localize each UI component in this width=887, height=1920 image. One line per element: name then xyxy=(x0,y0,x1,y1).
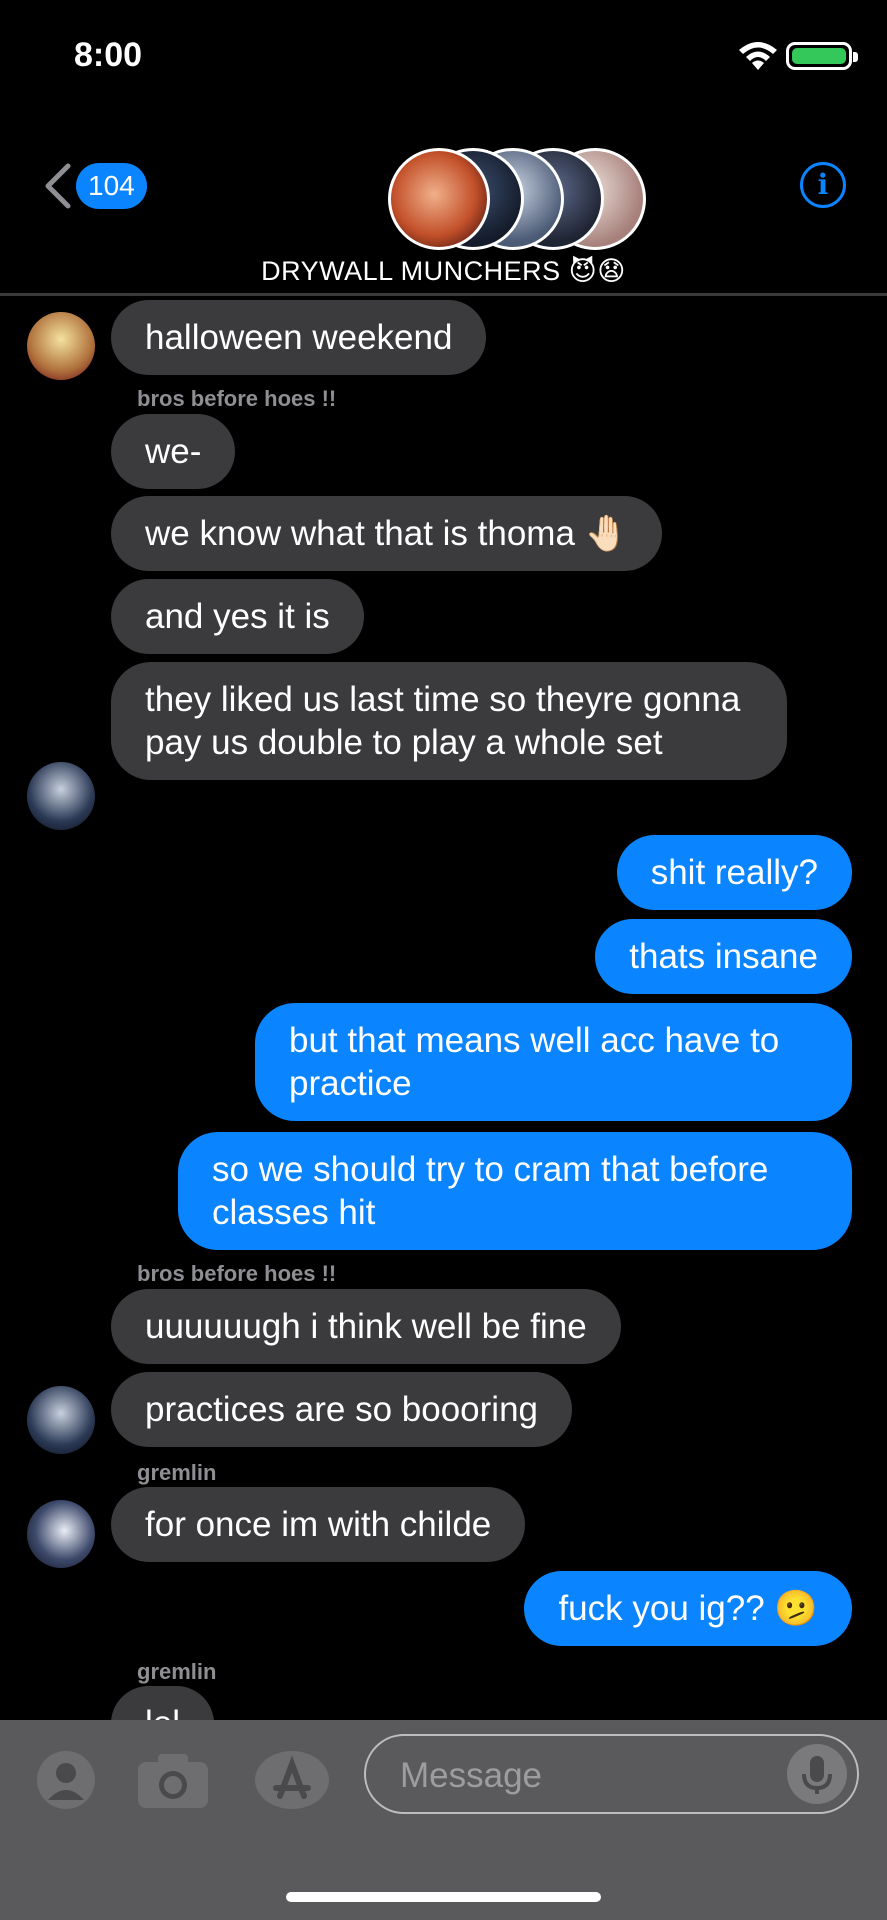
message-bubble[interactable]: thats insane xyxy=(595,919,852,994)
group-avatars[interactable] xyxy=(388,148,646,250)
microphone-icon[interactable] xyxy=(787,1744,847,1804)
wifi-icon xyxy=(739,42,777,70)
message-input[interactable]: Message xyxy=(364,1734,859,1814)
sender-name: bros before hoes !! xyxy=(137,1261,337,1286)
status-bar: 8:00 xyxy=(0,0,887,110)
avatar xyxy=(388,148,490,250)
message-bubble[interactable]: shit really? xyxy=(616,835,852,910)
message-bubble[interactable]: uuuuuugh i think well be fine xyxy=(111,1289,621,1364)
avatar xyxy=(27,1386,95,1454)
contact-icon[interactable] xyxy=(36,1750,96,1810)
input-bar: Message xyxy=(0,1720,887,1920)
back-button[interactable]: 104 xyxy=(42,162,147,210)
message-bubble[interactable]: we- xyxy=(111,414,236,489)
app-store-icon[interactable] xyxy=(254,1750,330,1810)
message-bubble[interactable]: fuck you ig?? 🫤 xyxy=(524,1571,852,1646)
sender-name: bros before hoes !! xyxy=(137,386,337,411)
camera-icon[interactable] xyxy=(136,1750,210,1810)
avatar xyxy=(27,762,95,830)
message-bubble[interactable]: we know what that is thoma 🤚🏻 xyxy=(111,496,663,571)
avatar xyxy=(27,312,95,380)
sender-name: gremlin xyxy=(137,1460,217,1485)
message-bubble[interactable]: halloween weekend xyxy=(111,300,487,375)
message-placeholder: Message xyxy=(400,1756,543,1795)
message-bubble[interactable]: practices are so boooring xyxy=(111,1372,572,1447)
message-bubble[interactable]: they liked us last time so theyre gonna … xyxy=(111,662,787,780)
group-name[interactable]: DRYWALL MUNCHERS 😈😧 xyxy=(0,256,887,287)
sender-name: gremlin xyxy=(137,1659,217,1684)
message-bubble[interactable]: so we should try to cram that before cla… xyxy=(178,1132,852,1250)
info-icon[interactable]: i xyxy=(800,162,846,208)
battery-icon xyxy=(786,42,858,70)
message-bubble[interactable]: for once im with childe xyxy=(111,1487,526,1562)
unread-count-badge: 104 xyxy=(76,163,147,209)
message-bubble[interactable]: and yes it is xyxy=(111,579,364,654)
home-indicator[interactable] xyxy=(286,1892,601,1902)
message-list[interactable]: halloween weekend bros before hoes !! we… xyxy=(0,296,887,1720)
message-bubble[interactable]: but that means well acc have to practice xyxy=(255,1003,852,1121)
avatar xyxy=(27,1500,95,1568)
chevron-left-icon xyxy=(45,163,71,209)
status-time: 8:00 xyxy=(74,36,143,74)
conversation-header: 104 DRYWALL MUNCHERS 😈😧 i xyxy=(0,110,887,296)
message-bubble[interactable]: lol xyxy=(111,1686,215,1720)
